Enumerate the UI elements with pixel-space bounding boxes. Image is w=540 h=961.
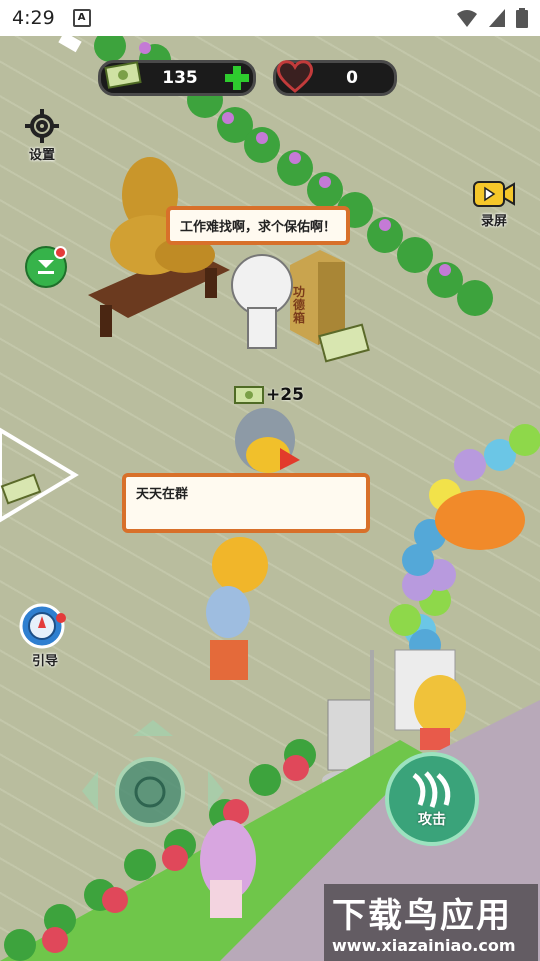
donation-box-label: 功德箱 xyxy=(293,285,306,325)
cellular-icon xyxy=(489,9,505,27)
add-money-icon[interactable] xyxy=(223,64,251,92)
watermark-title: 下载鸟应用 xyxy=(332,896,512,936)
speech-bubble-player-text: 天天在群 xyxy=(136,487,189,502)
reward-amount: +25 xyxy=(266,385,304,405)
fluffy-npc xyxy=(231,254,293,349)
chicken-npc xyxy=(235,408,300,473)
battery-icon xyxy=(516,8,528,28)
reward-indicator: +25 xyxy=(234,385,304,405)
status-time: 4:29 xyxy=(12,7,55,29)
money-value: 135 xyxy=(162,68,198,88)
cash-icon xyxy=(234,386,264,404)
guide-button[interactable]: 引导 xyxy=(16,602,74,669)
status-bar: 4:29 A xyxy=(0,0,540,36)
speech-bubble-player: 天天在群 xyxy=(122,473,370,533)
speech-bubble-statue: 工作难找啊，求个保佑啊！ xyxy=(166,206,351,245)
attack-label: 攻击 xyxy=(418,812,446,828)
settings-label: 设置 xyxy=(28,148,55,163)
attack-button[interactable]: 攻击 xyxy=(385,752,479,846)
build-plot[interactable] xyxy=(0,427,79,523)
mail-button[interactable] xyxy=(25,246,67,288)
hearts-value: 0 xyxy=(346,68,358,88)
settings-button[interactable]: 设置 xyxy=(24,108,60,163)
heart-icon xyxy=(276,60,314,93)
balloon-arch xyxy=(389,424,540,731)
record-label: 录屏 xyxy=(480,214,507,229)
notification-a-icon: A xyxy=(72,9,91,27)
dog-npc xyxy=(414,675,466,750)
player-characters xyxy=(206,537,268,680)
watermark: 下载鸟应用 www.xiazainiao.com xyxy=(324,884,538,961)
record-button[interactable]: 录屏 xyxy=(472,178,516,229)
hearts-counter: 0 xyxy=(273,60,397,96)
virtual-joystick[interactable] xyxy=(78,716,228,866)
money-counter: 135 xyxy=(98,60,256,96)
notification-dot xyxy=(54,246,67,259)
wifi-icon xyxy=(457,10,477,27)
joystick-arrows-icon xyxy=(82,720,224,827)
golden-statue xyxy=(88,157,230,337)
gear-icon xyxy=(25,109,59,143)
claw-slash-icon xyxy=(412,771,451,808)
speech-bubble-statue-text: 工作难找啊，求个保佑啊！ xyxy=(180,220,337,235)
guide-label: 引导 xyxy=(31,654,58,669)
status-icons xyxy=(456,8,528,28)
video-camera-icon xyxy=(473,181,515,207)
compass-icon xyxy=(19,603,66,649)
cash-icon xyxy=(104,61,142,89)
watermark-url: www.xiazainiao.com xyxy=(332,936,516,955)
game-scene[interactable]: 135 0 设置 录屏 引导 工作难找啊，求个保佑啊！ 功德箱 +25 天天在群… xyxy=(0,36,540,961)
